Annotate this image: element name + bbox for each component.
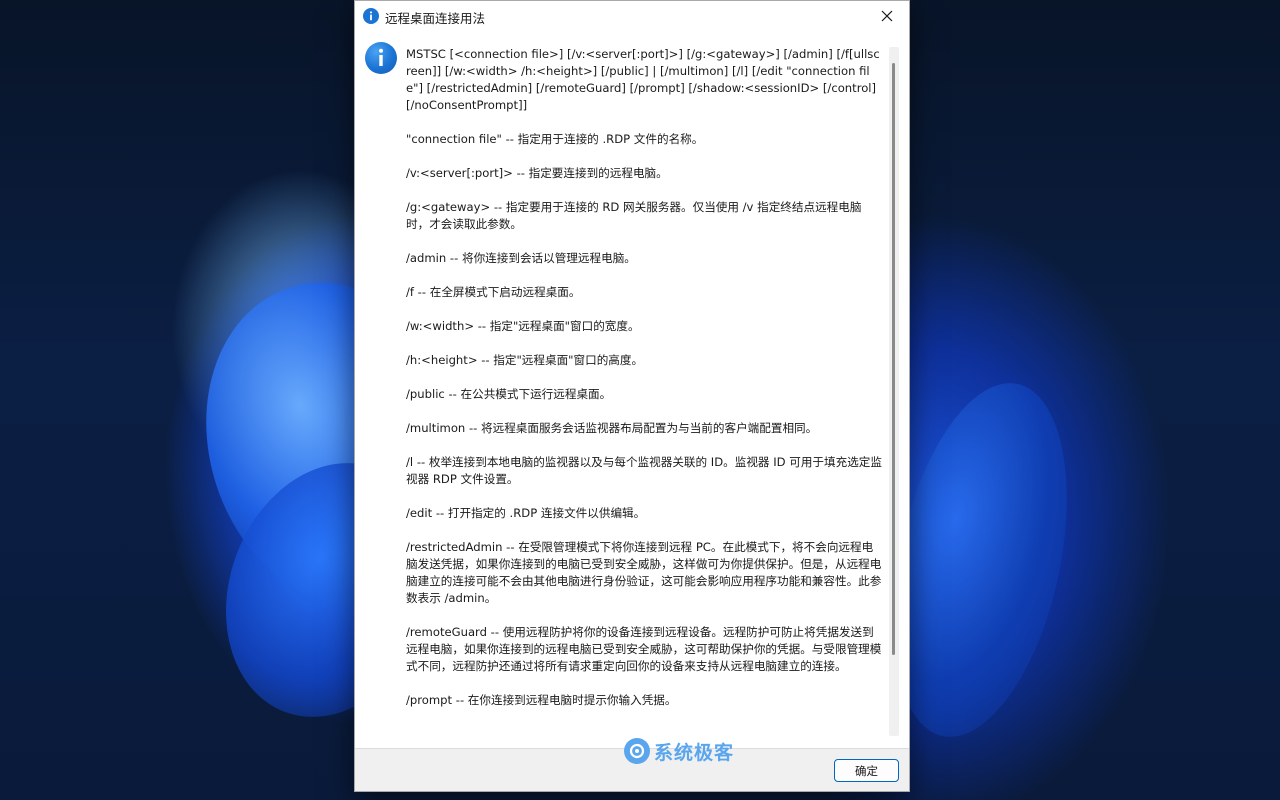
title-bar[interactable]: 远程桌面连接用法 xyxy=(355,1,909,32)
info-icon xyxy=(363,8,379,24)
usage-dialog: 远程桌面连接用法 MSTSC [<connection file>] [/v:<… xyxy=(354,0,910,792)
ok-button[interactable]: 确定 xyxy=(834,759,899,782)
message-area: MSTSC [<connection file>] [/v:<server[:p… xyxy=(355,32,909,749)
close-button[interactable] xyxy=(865,1,909,32)
usage-message: MSTSC [<connection file>] [/v:<server[:p… xyxy=(406,47,882,707)
button-bar: 确定 xyxy=(355,748,909,791)
dialog-title: 远程桌面连接用法 xyxy=(385,11,486,26)
scrollbar-thumb[interactable] xyxy=(892,63,895,655)
close-icon xyxy=(881,7,893,26)
vertical-scrollbar[interactable] xyxy=(889,47,899,736)
info-icon xyxy=(365,42,397,74)
